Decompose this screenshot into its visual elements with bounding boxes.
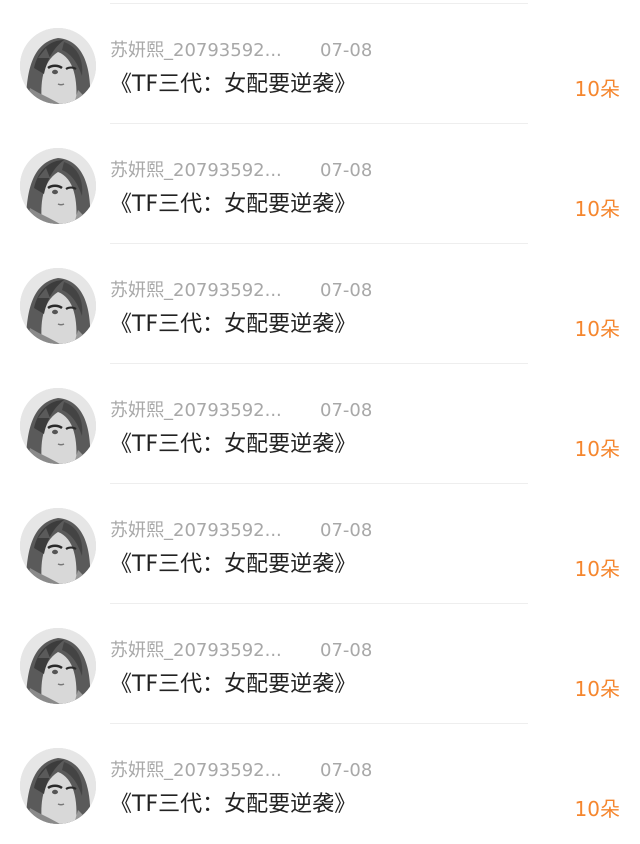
avatar[interactable] bbox=[20, 28, 96, 104]
avatar[interactable] bbox=[20, 748, 96, 824]
date: 07-08 bbox=[320, 760, 373, 781]
gift-amount: 10朵 bbox=[574, 197, 620, 221]
list-item[interactable]: 苏妍熙_20793592... 07-08 《TF三代：女配要逆袭》 10朵 bbox=[0, 484, 640, 604]
date: 07-08 bbox=[320, 160, 373, 181]
date: 07-08 bbox=[320, 640, 373, 661]
list-item[interactable]: 苏妍熙_20793592... 07-08 《TF三代：女配要逆袭》 10朵 bbox=[0, 4, 640, 124]
item-meta: 苏妍熙_20793592... 07-08 bbox=[110, 518, 490, 544]
list-item[interactable]: 苏妍熙_20793592... 07-08 《TF三代：女配要逆袭》 10朵 bbox=[0, 244, 640, 364]
list-item[interactable]: 苏妍熙_20793592... 07-08 《TF三代：女配要逆袭》 10朵 bbox=[0, 124, 640, 244]
avatar[interactable] bbox=[20, 388, 96, 464]
gift-amount: 10朵 bbox=[574, 77, 620, 101]
item-meta: 苏妍熙_20793592... 07-08 bbox=[110, 398, 490, 424]
book-title[interactable]: 《TF三代：女配要逆袭》 bbox=[110, 310, 356, 340]
avatar[interactable] bbox=[20, 628, 96, 704]
book-title[interactable]: 《TF三代：女配要逆袭》 bbox=[110, 790, 356, 820]
gift-amount: 10朵 bbox=[574, 317, 620, 341]
item-meta: 苏妍熙_20793592... 07-08 bbox=[110, 278, 490, 304]
username[interactable]: 苏妍熙_20793592... bbox=[110, 518, 300, 544]
username[interactable]: 苏妍熙_20793592... bbox=[110, 158, 300, 184]
gift-amount: 10朵 bbox=[574, 557, 620, 581]
item-meta: 苏妍熙_20793592... 07-08 bbox=[110, 638, 490, 664]
book-title[interactable]: 《TF三代：女配要逆袭》 bbox=[110, 550, 356, 580]
date: 07-08 bbox=[320, 520, 373, 541]
date: 07-08 bbox=[320, 280, 373, 301]
avatar[interactable] bbox=[20, 508, 96, 584]
item-meta: 苏妍熙_20793592... 07-08 bbox=[110, 158, 490, 184]
username[interactable]: 苏妍熙_20793592... bbox=[110, 398, 300, 424]
avatar[interactable] bbox=[20, 268, 96, 344]
book-title[interactable]: 《TF三代：女配要逆袭》 bbox=[110, 70, 356, 100]
book-title[interactable]: 《TF三代：女配要逆袭》 bbox=[110, 190, 356, 220]
avatar[interactable] bbox=[20, 148, 96, 224]
list-item[interactable]: 苏妍熙_20793592... 07-08 《TF三代：女配要逆袭》 10朵 bbox=[0, 604, 640, 724]
gift-record-list: 苏妍熙_20793592... 07-08 《TF三代：女配要逆袭》 10朵 苏… bbox=[0, 0, 640, 826]
book-title[interactable]: 《TF三代：女配要逆袭》 bbox=[110, 430, 356, 460]
date: 07-08 bbox=[320, 400, 373, 421]
username[interactable]: 苏妍熙_20793592... bbox=[110, 278, 300, 304]
username[interactable]: 苏妍熙_20793592... bbox=[110, 758, 300, 784]
date: 07-08 bbox=[320, 40, 373, 61]
item-meta: 苏妍熙_20793592... 07-08 bbox=[110, 758, 490, 784]
item-meta: 苏妍熙_20793592... 07-08 bbox=[110, 38, 490, 64]
list-item[interactable]: 苏妍熙_20793592... 07-08 《TF三代：女配要逆袭》 10朵 bbox=[0, 364, 640, 484]
gift-amount: 10朵 bbox=[574, 437, 620, 461]
list-item[interactable]: 苏妍熙_20793592... 07-08 《TF三代：女配要逆袭》 10朵 bbox=[0, 724, 640, 844]
gift-amount: 10朵 bbox=[574, 797, 620, 821]
username[interactable]: 苏妍熙_20793592... bbox=[110, 38, 300, 64]
gift-amount: 10朵 bbox=[574, 677, 620, 701]
book-title[interactable]: 《TF三代：女配要逆袭》 bbox=[110, 670, 356, 700]
username[interactable]: 苏妍熙_20793592... bbox=[110, 638, 300, 664]
